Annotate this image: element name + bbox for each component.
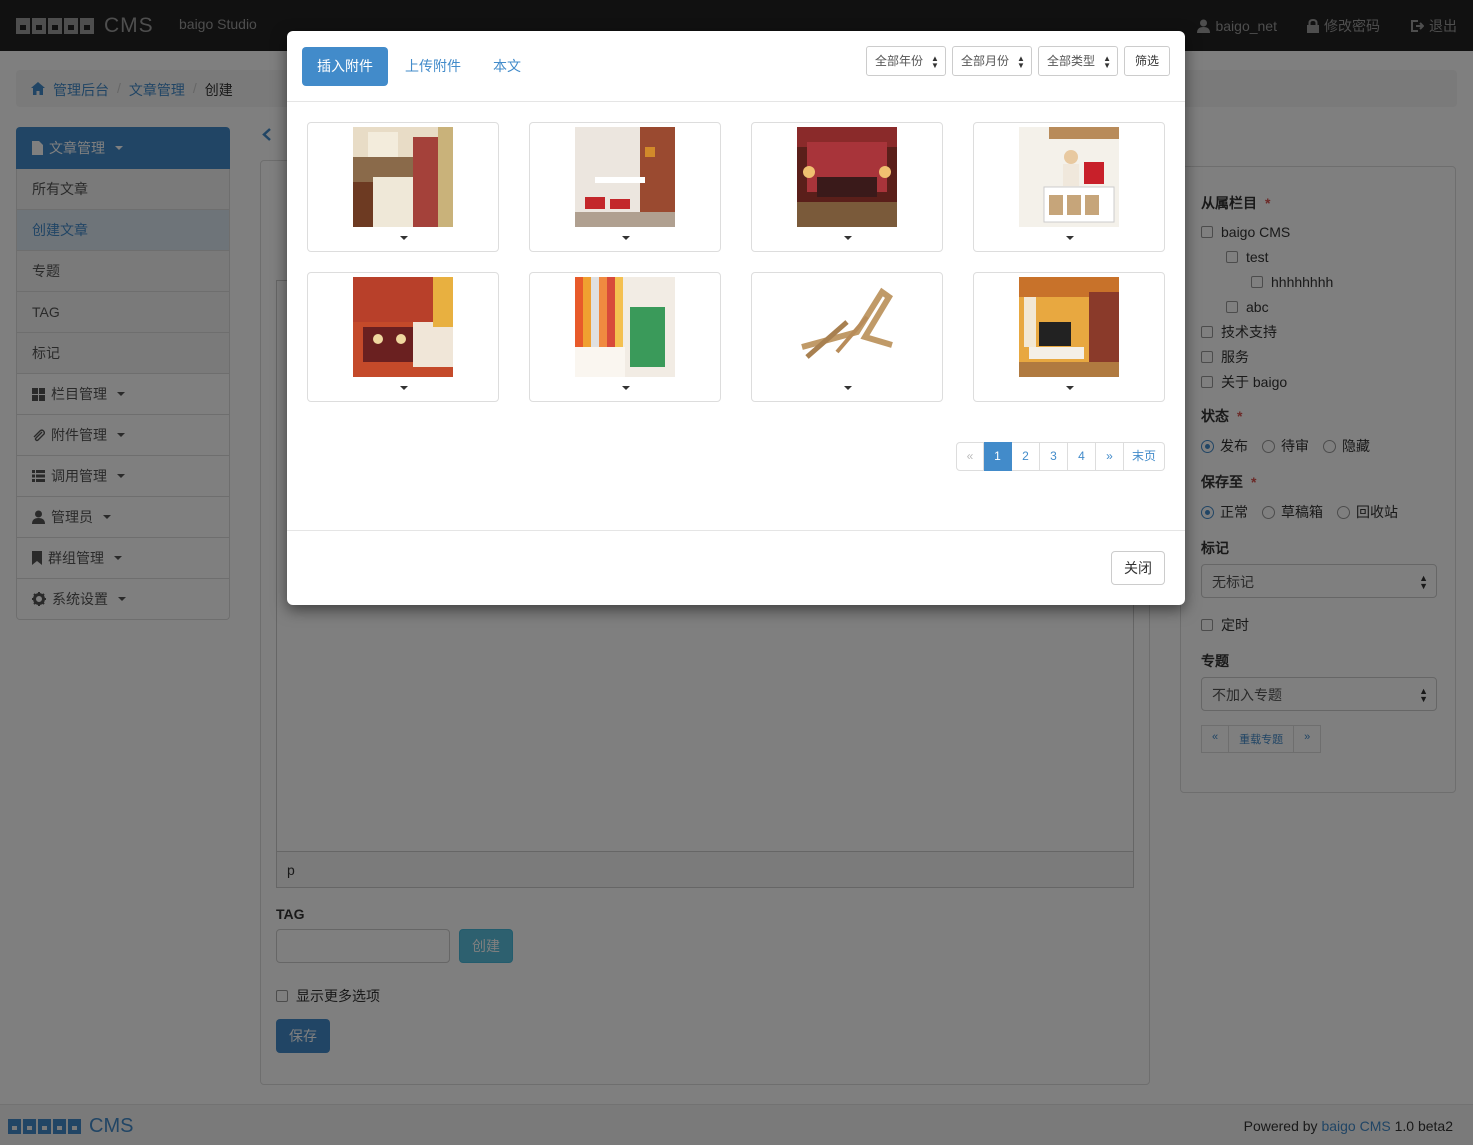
page-2-button[interactable]: 2 — [1011, 442, 1040, 471]
month-filter-select[interactable]: 全部月份 ▲ ▼ — [951, 46, 1032, 76]
caret-down-icon[interactable] — [844, 236, 852, 240]
breakfast-bar-photo[interactable] — [575, 127, 675, 227]
shelf-reading-photo[interactable] — [1019, 127, 1119, 227]
attachment-thumbnail[interactable] — [307, 272, 499, 402]
page-3-button[interactable]: 3 — [1039, 442, 1068, 471]
attachment-thumbnail[interactable] — [973, 272, 1165, 402]
attachment-thumbnail[interactable] — [751, 122, 943, 252]
modal-header: 插入附件 上传附件 本文 全部年份 ▲ ▼ 全部月份 ▲ ▼ 全部类型 ▲ ▼ 筛选 — [287, 31, 1185, 102]
page-4-button[interactable]: 4 — [1067, 442, 1096, 471]
caret-down-icon[interactable] — [1066, 386, 1074, 390]
page-1-button[interactable]: 1 — [983, 442, 1012, 471]
caret-down-icon[interactable] — [400, 386, 408, 390]
caret-down-icon[interactable] — [1066, 236, 1074, 240]
attachment-thumbnail[interactable] — [529, 272, 721, 402]
striped-wall-room-photo[interactable] — [575, 277, 675, 377]
attachment-modal: 插入附件 上传附件 本文 全部年份 ▲ ▼ 全部月份 ▲ ▼ 全部类型 ▲ ▼ 筛选 — [287, 31, 1185, 605]
living-room-tv-photo[interactable] — [1019, 277, 1119, 377]
page-prev-button[interactable]: « — [955, 442, 984, 471]
select-arrows-icon: ▲▼ — [1017, 54, 1025, 70]
caret-down-icon[interactable] — [622, 236, 630, 240]
close-button[interactable]: 关闭 — [1111, 551, 1165, 585]
select-arrows-icon: ▲▼ — [1103, 54, 1111, 70]
caret-down-icon[interactable] — [400, 236, 408, 240]
modal-tabs: 插入附件 上传附件 本文 — [302, 47, 536, 86]
attachment-filters: 全部年份 ▲ ▼ 全部月份 ▲ ▼ 全部类型 ▲ ▼ 筛选 — [865, 46, 1170, 76]
select-arrows-icon: ▲▼ — [931, 54, 939, 70]
attachment-thumbnail[interactable] — [973, 122, 1165, 252]
caret-down-icon[interactable] — [622, 386, 630, 390]
filter-button[interactable]: 筛选 — [1123, 46, 1170, 76]
kitchen-photo[interactable] — [353, 127, 453, 227]
page-next-button[interactable]: » — [1095, 442, 1124, 471]
red-bedroom-photo[interactable] — [797, 127, 897, 227]
attachment-thumbnail[interactable] — [307, 122, 499, 252]
year-filter-select[interactable]: 全部年份 ▲ ▼ — [865, 46, 946, 76]
attachment-thumbnail[interactable] — [751, 272, 943, 402]
caret-down-icon[interactable] — [844, 386, 852, 390]
page-last-button[interactable]: 末页 — [1123, 442, 1165, 471]
modal-footer: 关闭 — [287, 530, 1185, 605]
attachment-thumbnail[interactable] — [529, 122, 721, 252]
tab-insert-attachment[interactable]: 插入附件 — [302, 47, 388, 86]
dining-table-photo[interactable] — [353, 277, 453, 377]
tab-this-article[interactable]: 本文 — [478, 47, 536, 86]
type-filter-select[interactable]: 全部类型 ▲ ▼ — [1037, 46, 1118, 76]
tab-upload-attachment[interactable]: 上传附件 — [390, 47, 476, 86]
wooden-chair-photo[interactable] — [797, 277, 897, 377]
attachment-pagination: « 1 2 3 4 » 末页 — [955, 442, 1165, 471]
